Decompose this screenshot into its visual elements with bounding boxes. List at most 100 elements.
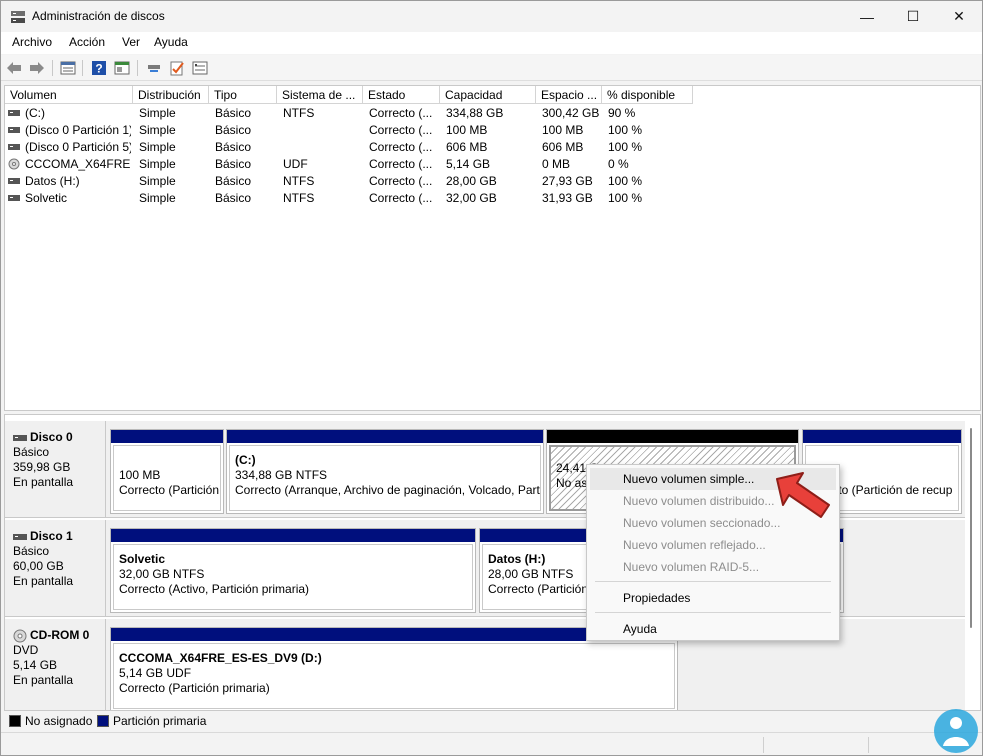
table-cell: 0 % — [608, 157, 629, 171]
hard-disk-icon — [13, 533, 27, 540]
disk-size: 5,14 GB — [13, 658, 58, 672]
toolbar-separator — [137, 60, 138, 76]
table-row[interactable]: (Disco 0 Partición 5) Simple Básico Correct… — [5, 139, 980, 156]
table-cell: Básico — [215, 157, 252, 171]
table-row[interactable]: (C:) Simple Básico NTFS Correcto (... 334,88 … — [5, 105, 980, 122]
table-cell: Simple — [139, 174, 176, 188]
partition-size: 32,00 GB NTFS — [119, 567, 205, 581]
table-row[interactable]: CCCOMA_X64FRE... Simple Básico UDF Correcto … — [5, 156, 980, 173]
partition-block[interactable]: (C:) 334,88 GB NTFS Correcto (Arranque, … — [226, 429, 544, 514]
column-header-tipo[interactable]: Tipo — [209, 86, 277, 104]
disk-management-window: Administración de discos — ☐ ✕ Archivo A… — [0, 0, 983, 756]
table-cell: Correcto (... — [369, 191, 433, 205]
legend-label: Partición primaria — [113, 714, 207, 728]
table-cell: Correcto (... — [369, 157, 433, 171]
table-cell: (Disco 0 Partición 5) — [25, 140, 131, 154]
back-icon[interactable] — [5, 59, 23, 77]
disk-status: En pantalla — [13, 574, 74, 588]
disk-type: Básico — [13, 445, 50, 459]
cd-rom-icon — [8, 158, 20, 170]
svg-text:?: ? — [95, 62, 102, 76]
menu-ver[interactable]: Ver — [122, 35, 140, 49]
table-row[interactable]: Datos (H:) Simple Básico NTFS Correcto (... 2… — [5, 173, 980, 190]
column-header-disponible[interactable]: % disponible — [602, 86, 693, 104]
legend-label: No asignado — [25, 714, 93, 728]
disk-label[interactable]: Disco 0 Básico 359,98 GB En pantalla — [5, 421, 106, 517]
scrollbar-thumb[interactable] — [970, 428, 972, 628]
menu-item-nuevo-volumen-reflejado[interactable]: Nuevo volumen reflejado... — [590, 534, 836, 556]
menu-item-nuevo-volumen-raid5[interactable]: Nuevo volumen RAID-5... — [590, 556, 836, 578]
table-cell: Datos (H:) — [25, 174, 80, 188]
partition-status: Correcto (Activo, Partición primaria) — [119, 582, 310, 596]
partition-status: Correcto (Arranque, Archivo de paginació… — [235, 483, 541, 497]
volume-icon — [8, 110, 20, 116]
connect-icon[interactable] — [145, 59, 163, 77]
column-header-sistema[interactable]: Sistema de ... — [277, 86, 363, 104]
table-cell: UDF — [283, 157, 308, 171]
hard-disk-icon — [13, 434, 27, 441]
table-cell: Simple — [139, 140, 176, 154]
menu-bar: Archivo Acción Ver Ayuda — [1, 32, 982, 54]
properties-icon[interactable] — [59, 59, 77, 77]
table-cell: 100 % — [608, 123, 643, 137]
table-cell: NTFS — [283, 191, 315, 205]
table-cell: 27,93 GB — [542, 174, 593, 188]
volume-icon — [8, 195, 20, 201]
menu-item-propiedades[interactable]: Propiedades — [590, 587, 836, 609]
legend-swatch-unallocated — [9, 715, 21, 727]
partition-size: 100 MB — [119, 468, 161, 482]
status-bar — [1, 732, 982, 755]
menu-accion[interactable]: Acción — [69, 35, 105, 49]
disk-pane-scrollbar[interactable] — [967, 428, 975, 628]
title-bar: Administración de discos — ☐ ✕ — [1, 1, 982, 32]
table-cell: 100 % — [608, 174, 643, 188]
check-icon[interactable] — [168, 59, 186, 77]
window-title: Administración de discos — [32, 9, 165, 23]
column-header-capacidad[interactable]: Capacidad — [440, 86, 536, 104]
partition-block[interactable]: Solvetic 32,00 GB NTFS Correcto (Activo,… — [110, 528, 476, 613]
table-row[interactable]: (Disco 0 Partición 1) Simple Básico Correct… — [5, 122, 980, 139]
partition-block[interactable]: 100 MB Correcto (Partición — [110, 429, 224, 514]
table-cell: Básico — [215, 106, 252, 120]
forward-icon[interactable] — [28, 59, 46, 77]
partition-title: CCCOMA_X64FRE_ES-ES_DV9 (D:) — [119, 651, 322, 665]
menu-archivo[interactable]: Archivo — [12, 35, 52, 49]
disk-management-app-icon — [11, 11, 25, 23]
unallocated-bar — [547, 430, 798, 443]
table-cell: 31,93 GB — [542, 191, 593, 205]
partition-size: 5,14 GB UDF — [119, 666, 192, 680]
menu-separator — [595, 612, 831, 613]
table-cell: 90 % — [608, 106, 636, 120]
table-cell: 606 MB — [542, 140, 584, 154]
menu-ayuda[interactable]: Ayuda — [154, 35, 188, 49]
column-header-volumen[interactable]: Volumen — [5, 86, 133, 104]
status-separator — [763, 737, 764, 753]
disk-status: En pantalla — [13, 475, 74, 489]
table-cell: 606 MB — [446, 140, 488, 154]
menu-item-ayuda[interactable]: Ayuda — [590, 618, 836, 640]
close-button[interactable]: ✕ — [936, 1, 982, 32]
status-separator — [868, 737, 869, 753]
column-header-distribucion[interactable]: Distribución — [133, 86, 209, 104]
help-icon[interactable]: ? — [90, 59, 108, 77]
partition-type-bar — [111, 529, 475, 542]
disk-size: 359,98 GB — [13, 460, 71, 474]
minimize-button[interactable]: — — [844, 1, 890, 32]
disk-label[interactable]: CD-ROM 0 DVD 5,14 GB En pantalla — [5, 619, 106, 710]
table-cell: Simple — [139, 106, 176, 120]
maximize-button[interactable]: ☐ — [890, 1, 936, 32]
view-icon[interactable] — [113, 59, 131, 77]
disk-name: CD-ROM 0 — [30, 628, 90, 642]
table-row[interactable]: Solvetic Simple Básico NTFS Correcto (... 32,… — [5, 190, 980, 207]
disk-label[interactable]: Disco 1 Básico 60,00 GB En pantalla — [5, 520, 106, 616]
table-cell: NTFS — [283, 106, 315, 120]
settings-icon[interactable] — [191, 59, 209, 77]
column-header-espacio[interactable]: Espacio ... — [536, 86, 602, 104]
partition-title: (C:) — [235, 453, 256, 467]
table-cell: Básico — [215, 140, 252, 154]
volume-icon — [8, 127, 20, 133]
partition-status: Correcto (Partición primaria) — [119, 681, 270, 695]
legend-swatch-primary — [97, 715, 109, 727]
column-header-estado[interactable]: Estado — [363, 86, 440, 104]
table-cell: Solvetic — [25, 191, 68, 205]
